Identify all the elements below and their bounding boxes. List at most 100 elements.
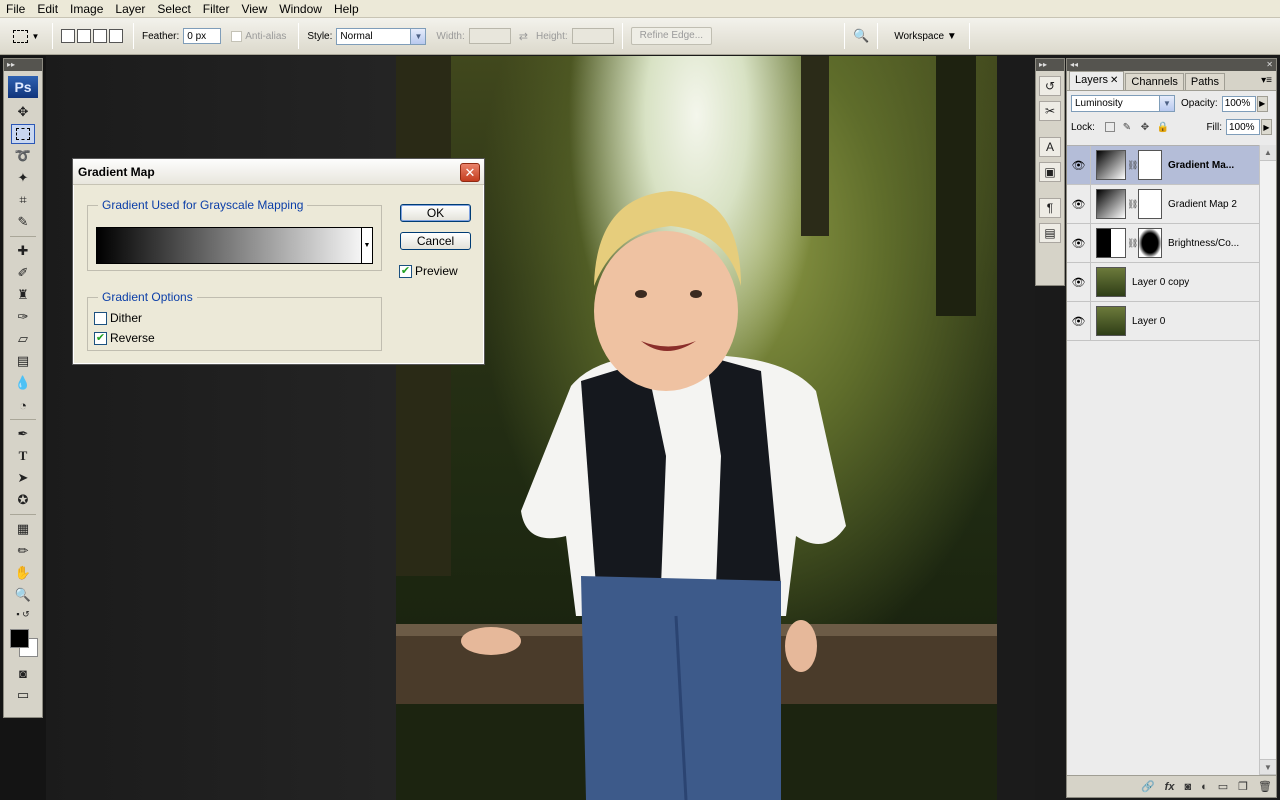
panel-collapse-icon[interactable]: ▸▸ (1036, 59, 1064, 71)
swap-colors-icon[interactable]: ▪ ↺ (11, 607, 35, 621)
shape-tool-icon[interactable]: ✪ (11, 490, 35, 510)
healing-brush-tool-icon[interactable]: ✚ (11, 241, 35, 261)
menu-view[interactable]: View (235, 0, 273, 18)
tab-layers[interactable]: Layers ✕ (1069, 71, 1125, 90)
scroll-down-icon[interactable]: ▼ (1260, 759, 1276, 775)
marquee-tool-icon[interactable] (11, 124, 35, 144)
panel-collapse-icon[interactable]: ▸▸ (4, 59, 42, 71)
layer-name[interactable]: Layer 0 copy (1132, 277, 1189, 288)
panel-collapse-icon[interactable]: ◂◂ (1070, 59, 1078, 71)
height-input[interactable] (571, 28, 614, 44)
dodge-tool-icon[interactable]: ◔ (11, 395, 35, 415)
dither-checkbox[interactable] (94, 311, 107, 325)
layer-row[interactable]: 👁 ⛓ Brightness/Co... (1067, 223, 1259, 263)
fill-slider-arrow-icon[interactable]: ▶ (1261, 119, 1272, 135)
lock-position-icon[interactable]: ✥ (1139, 121, 1151, 133)
screen-mode-icon[interactable]: ▭ (11, 685, 35, 705)
bridge-icon[interactable]: 🔍 (853, 28, 869, 44)
lock-image-icon[interactable]: ✎ (1121, 121, 1133, 133)
menu-filter[interactable]: Filter (197, 0, 236, 18)
layer-mask-thumbnail[interactable] (1138, 189, 1162, 219)
layer-style-icon[interactable]: fx (1165, 781, 1175, 793)
notes-tool-icon[interactable]: ▦ (11, 519, 35, 539)
visibility-eye-icon[interactable]: 👁 (1067, 184, 1091, 224)
zoom-tool-icon[interactable]: 🔍 (11, 585, 35, 605)
subtract-from-selection-icon[interactable] (93, 29, 107, 43)
lock-transparent-icon[interactable] (1104, 122, 1115, 132)
hand-tool-icon[interactable]: ✋ (11, 563, 35, 583)
layer-name[interactable]: Gradient Ma... (1168, 160, 1234, 171)
document-image[interactable] (396, 56, 997, 800)
layer-mask-thumbnail[interactable] (1138, 150, 1162, 180)
paragraph-panel-icon[interactable]: ¶ (1039, 198, 1061, 218)
path-selection-tool-icon[interactable]: ➤ (11, 468, 35, 488)
lock-all-icon[interactable]: 🔒 (1157, 121, 1169, 133)
cancel-button[interactable]: Cancel (400, 232, 471, 250)
layer-name[interactable]: Brightness/Co... (1168, 238, 1239, 249)
visibility-eye-icon[interactable]: 👁 (1067, 223, 1091, 263)
tool-preset-picker[interactable]: ▼ (8, 23, 44, 49)
menu-select[interactable]: Select (151, 0, 196, 18)
blur-tool-icon[interactable]: 💧 (11, 373, 35, 393)
menu-help[interactable]: Help (328, 0, 365, 18)
layer-thumbnail[interactable] (1096, 189, 1126, 219)
width-input[interactable] (468, 28, 511, 44)
layer-thumbnail[interactable] (1096, 228, 1126, 258)
history-brush-tool-icon[interactable]: ✑ (11, 307, 35, 327)
preview-option[interactable]: ✔ Preview (399, 264, 458, 278)
menu-edit[interactable]: Edit (31, 0, 64, 18)
intersect-selection-icon[interactable] (109, 29, 123, 43)
layer-row[interactable]: 👁 Layer 0 copy (1067, 262, 1259, 302)
ok-button[interactable]: OK (400, 204, 471, 222)
fill-input[interactable] (1226, 119, 1260, 135)
lasso-tool-icon[interactable]: ➰ (11, 146, 35, 166)
layer-thumbnail[interactable] (1096, 150, 1126, 180)
gradient-picker-arrow-icon[interactable]: ▼ (361, 228, 372, 263)
layer-comps-icon[interactable]: ▣ (1039, 162, 1061, 182)
layer-row[interactable]: 👁 ⛓ Gradient Ma... (1067, 145, 1259, 185)
reverse-checkbox[interactable]: ✔ (94, 331, 107, 345)
new-adjustment-layer-icon[interactable]: ◐ (1201, 781, 1208, 793)
style-select[interactable]: Normal ▼ (336, 27, 427, 45)
layer-row[interactable]: 👁 ⛓ Gradient Map 2 (1067, 184, 1259, 224)
layer-name[interactable]: Layer 0 (1132, 316, 1165, 327)
foreground-color[interactable] (10, 629, 29, 648)
layer-thumbnail[interactable] (1096, 267, 1126, 297)
mask-link-icon[interactable]: ⛓ (1127, 199, 1138, 210)
swap-icon[interactable]: ⇄ (519, 30, 528, 43)
color-sampler-tool-icon[interactable]: ✏ (11, 541, 35, 561)
new-group-icon[interactable]: ▭ (1218, 780, 1228, 793)
crop-tool-icon[interactable]: ⌗ (11, 190, 35, 210)
menu-window[interactable]: Window (273, 0, 328, 18)
preview-checkbox[interactable]: ✔ (399, 264, 412, 278)
clone-stamp-tool-icon[interactable]: ♜ (11, 285, 35, 305)
reverse-option[interactable]: ✔ Reverse (94, 331, 155, 345)
delete-layer-icon[interactable]: 🗑 (1258, 780, 1272, 793)
history-panel-icon[interactable]: ↺ (1039, 76, 1061, 96)
move-tool-icon[interactable]: ✥ (11, 102, 35, 122)
workspace-menu[interactable]: Workspace ▼ (894, 31, 957, 42)
opacity-input[interactable] (1221, 95, 1256, 112)
brush-tool-icon[interactable]: ✐ (11, 263, 35, 283)
close-icon[interactable]: ✕ (460, 163, 480, 182)
menu-layer[interactable]: Layer (109, 0, 151, 18)
eraser-tool-icon[interactable]: ▱ (11, 329, 35, 349)
menu-image[interactable]: Image (64, 0, 109, 18)
dialog-titlebar[interactable]: Gradient Map (73, 159, 484, 185)
new-layer-icon[interactable]: ❐ (1238, 780, 1248, 793)
panel-menu-icon[interactable]: ▾≡ (1261, 75, 1272, 86)
close-panel-icon[interactable]: ✕ (1266, 59, 1273, 71)
layer-mask-thumbnail[interactable] (1138, 228, 1162, 258)
add-to-selection-icon[interactable] (77, 29, 91, 43)
close-tab-icon[interactable]: ✕ (1110, 75, 1118, 86)
mask-link-icon[interactable]: ⛓ (1127, 238, 1138, 249)
tab-channels[interactable]: Channels (1125, 73, 1184, 90)
info-panel-icon[interactable]: ▤ (1039, 223, 1061, 243)
new-selection-icon[interactable] (61, 29, 75, 43)
visibility-eye-icon[interactable]: 👁 (1067, 262, 1091, 302)
mask-link-icon[interactable]: ⛓ (1127, 160, 1138, 171)
visibility-eye-icon[interactable]: 👁 (1067, 301, 1091, 341)
link-layers-icon[interactable]: 🔗 (1141, 780, 1155, 793)
menu-file[interactable]: File (0, 0, 31, 18)
antialias-checkbox[interactable] (231, 30, 243, 42)
